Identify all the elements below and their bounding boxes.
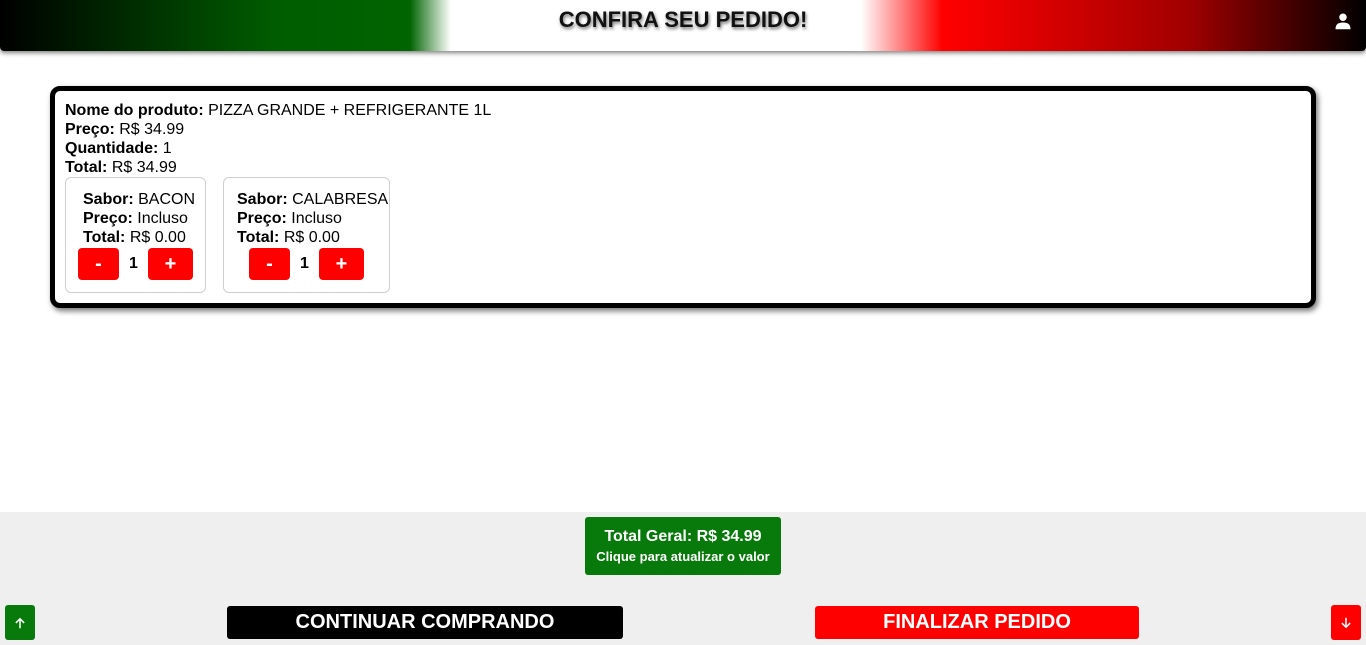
flavor-total-line: Total: R$ 0.00 (66, 228, 205, 247)
product-quantity-line: Quantidade: 1 (65, 139, 1301, 158)
flavor-card: Sabor: BACON Preço: Incluso Total: R$ 0.… (65, 177, 206, 293)
flavor-quantity-value: 1 (300, 255, 309, 272)
flavor-name-label: Sabor: (83, 191, 134, 208)
flavor-name-line: Sabor: BACON (66, 190, 205, 209)
flavor-quantity-value: 1 (129, 255, 138, 272)
flavor-total-line: Total: R$ 0.00 (224, 228, 389, 247)
cart-item-card: Nome do produto: PIZZA GRANDE + REFRIGER… (50, 86, 1316, 308)
continue-shopping-button[interactable]: CONTINUAR COMPRANDO (227, 606, 623, 639)
product-price-line: Preço: R$ 34.99 (65, 120, 1301, 139)
flavor-name-value: BACON (138, 191, 196, 208)
flavor-total-label: Total: (237, 229, 280, 246)
scroll-down-button[interactable] (1331, 605, 1361, 640)
footer-bar: Total Geral: R$ 34.99 Clique para atuali… (0, 512, 1366, 645)
finish-order-button[interactable]: FINALIZAR PEDIDO (815, 606, 1139, 639)
flavor-card: Sabor: CALABRESA Preço: Incluso Total: R… (223, 177, 390, 293)
flavor-price-line: Preço: Incluso (66, 209, 205, 228)
product-total-line: Total: R$ 34.99 (65, 158, 1301, 177)
arrow-up-icon (15, 617, 25, 628)
flavor-price-line: Preço: Incluso (224, 209, 389, 228)
flavor-name-line: Sabor: CALABRESA (224, 190, 389, 209)
product-quantity-value: 1 (162, 140, 172, 157)
flavor-quantity-stepper: - 1 + (249, 248, 364, 280)
grand-total-text: Total Geral: R$ 34.99 (604, 528, 762, 545)
decrease-button[interactable]: - (78, 248, 119, 280)
product-price-value: R$ 34.99 (119, 121, 185, 138)
flavor-price-label: Preço: (83, 210, 133, 227)
update-total-hint: Clique para atualizar o valor (596, 549, 770, 564)
product-name-line: Nome do produto: PIZZA GRANDE + REFRIGER… (65, 101, 1301, 120)
flavor-total-value: R$ 0.00 (129, 229, 186, 246)
page-title: CONFIRA SEU PEDIDO! (558, 7, 808, 32)
user-icon[interactable] (1334, 12, 1352, 30)
increase-button[interactable]: + (319, 248, 364, 280)
product-price-label: Preço: (65, 121, 115, 138)
flavor-total-label: Total: (83, 229, 126, 246)
flavor-total-value: R$ 0.00 (283, 229, 340, 246)
flavor-price-value: Incluso (137, 210, 188, 227)
header-bar: CONFIRA SEU PEDIDO! (0, 0, 1366, 51)
flavor-price-label: Preço: (237, 210, 287, 227)
decrease-button[interactable]: - (249, 248, 290, 280)
product-name-value: PIZZA GRANDE + REFRIGERANTE 1L (208, 102, 492, 119)
flavor-price-value: Incluso (291, 210, 342, 227)
scroll-up-button[interactable] (5, 605, 35, 640)
flavor-quantity-stepper: - 1 + (78, 248, 193, 280)
product-quantity-label: Quantidade: (65, 140, 159, 157)
product-total-label: Total: (65, 159, 108, 176)
flavor-name-label: Sabor: (237, 191, 288, 208)
increase-button[interactable]: + (148, 248, 193, 280)
product-name-label: Nome do produto: (65, 102, 204, 119)
grand-total-button[interactable]: Total Geral: R$ 34.99 Clique para atuali… (585, 517, 781, 575)
flavor-list: Sabor: BACON Preço: Incluso Total: R$ 0.… (65, 177, 390, 293)
arrow-down-icon (1341, 617, 1351, 628)
flavor-name-value: CALABRESA (292, 191, 389, 208)
product-total-value: R$ 34.99 (111, 159, 177, 176)
